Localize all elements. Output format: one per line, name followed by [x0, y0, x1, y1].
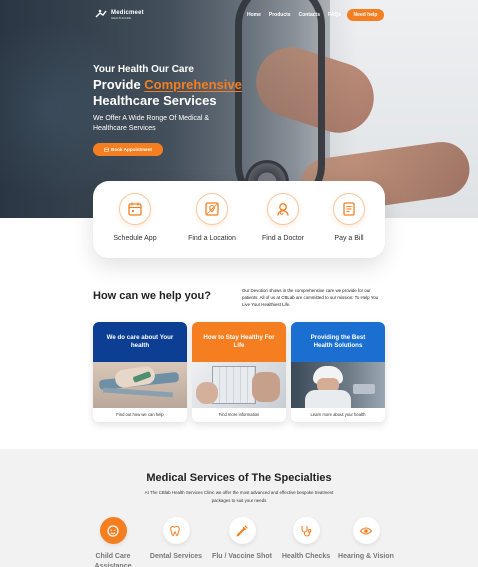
logo-tag: HEALTHCARE	[111, 16, 131, 20]
service-dental[interactable]: Dental Services	[146, 517, 206, 562]
service-health-checks[interactable]: Health Checks	[276, 517, 336, 562]
calendar-small-icon	[104, 147, 109, 152]
feature-find-doctor[interactable]: Find a Doctor	[248, 193, 318, 242]
help-card-image-surgery	[93, 362, 187, 408]
feature-find-location[interactable]: Find a Location	[177, 193, 247, 242]
hero-title-line1: Provide Comprehensive	[93, 77, 242, 92]
service-label: Health Checks	[281, 553, 331, 560]
hero-title-highlight: Comprehensive	[144, 77, 242, 92]
hero-title-line2: Healthcare Services	[93, 93, 217, 108]
logo-icon	[94, 8, 108, 22]
nav-contacts[interactable]: Contacts	[299, 12, 320, 18]
feature-label: Pay a Bill	[334, 235, 364, 242]
nav-faqs[interactable]: FAQs	[328, 12, 341, 18]
eye-icon	[352, 517, 380, 544]
service-hearing-vision[interactable]: Hearing & Vision	[336, 517, 396, 562]
quick-actions-card: Schedule App Find a Location Find a Doct…	[93, 181, 385, 258]
feature-pay-bill[interactable]: Pay a Bill	[314, 193, 384, 242]
help-card-care[interactable]: We do care about Your health Find out ho…	[93, 322, 187, 422]
service-child-care[interactable]: Child Care Assistance	[83, 517, 143, 567]
book-appointment-label: Book Appointment	[111, 147, 152, 152]
help-card-image-lab	[291, 362, 385, 408]
service-label: Hearing & Vision	[338, 553, 394, 560]
map-icon	[196, 193, 228, 225]
nav-products[interactable]: Products	[269, 12, 291, 18]
vaccine-icon	[228, 517, 256, 544]
service-flu-vaccine[interactable]: Flu / Vaccine Shot	[212, 517, 272, 562]
service-label: Child Care Assistance	[94, 553, 132, 567]
help-card-image-xray	[192, 362, 286, 408]
help-card-healthy[interactable]: How to Stay Healthy For Life Find more i…	[192, 322, 286, 422]
hero-description: We Offer A Wide Ronge Of Medical & Healt…	[93, 115, 210, 132]
help-card-caption[interactable]: Find more information	[192, 408, 286, 422]
main-menu: Home Products Contacts FAQs	[247, 12, 341, 18]
help-card-title: How to Stay Healthy For Life	[192, 322, 286, 362]
services-title: Medical Services of The Specialties	[146, 472, 332, 484]
calendar-icon	[119, 193, 151, 225]
feature-label: Schedule App	[113, 235, 157, 242]
logo[interactable]: Medicmeet HEALTHCARE	[94, 8, 144, 22]
nav-home[interactable]: Home	[247, 12, 261, 18]
service-label: Dental Services	[149, 553, 203, 560]
help-card-caption[interactable]: Learn more about your health	[291, 408, 385, 422]
feature-label: Find a Location	[188, 235, 236, 242]
stethoscope-icon	[292, 517, 320, 544]
need-help-button[interactable]: Need help	[347, 9, 384, 21]
help-card-title: We do care about Your health	[93, 322, 187, 362]
help-card-solutions[interactable]: Providing the Best Health Solutions Lear…	[291, 322, 385, 422]
feature-label: Find a Doctor	[261, 235, 305, 242]
top-nav: Medicmeet HEALTHCARE Home Products Conta…	[0, 0, 478, 32]
child-icon	[99, 517, 127, 544]
service-label: Flu / Vaccine Shot	[212, 553, 272, 560]
book-appointment-button[interactable]: Book Appointment	[93, 143, 163, 156]
feature-schedule-app[interactable]: Schedule App	[100, 193, 170, 242]
doctor-icon	[267, 193, 299, 225]
help-card-title: Providing the Best Health Solutions	[291, 322, 385, 362]
tooth-icon	[162, 517, 190, 544]
help-section-description: Our Devotion shows in the comprehensive …	[242, 288, 379, 307]
services-description: At The CBlab Health Services Clinic we o…	[144, 490, 334, 503]
hero-subtitle: Your Health Our Care	[93, 64, 194, 75]
help-card-caption[interactable]: Find out how we can help	[93, 408, 187, 422]
bill-icon	[333, 193, 365, 225]
help-section-title: How can we help you?	[93, 290, 211, 302]
